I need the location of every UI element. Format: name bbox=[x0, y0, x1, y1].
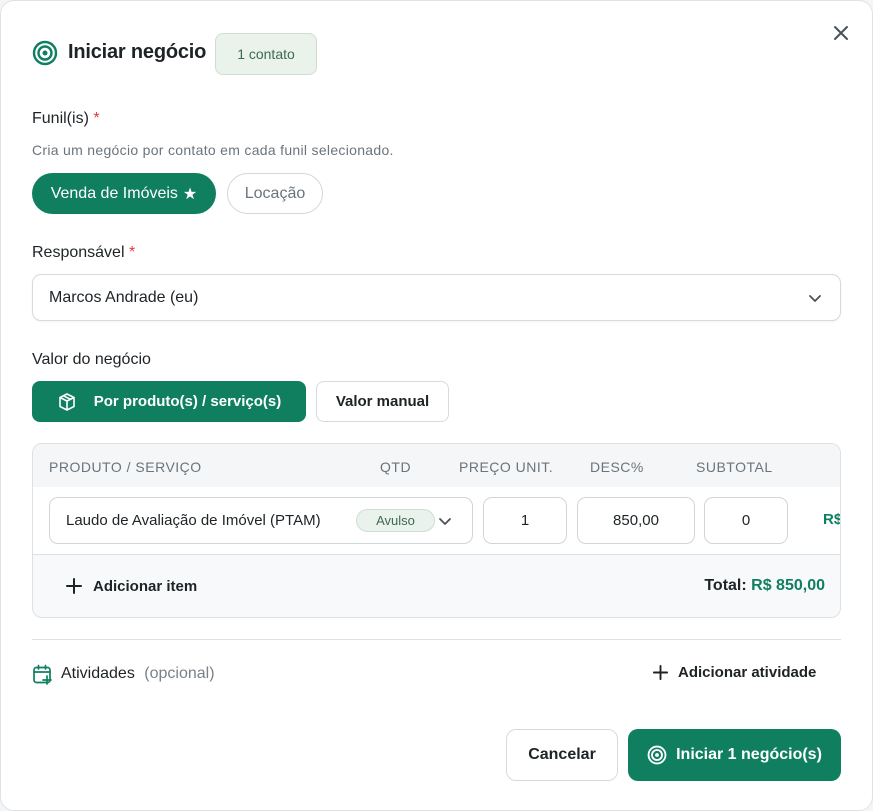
star-icon: ★ bbox=[182, 185, 198, 203]
deal-value-label: Valor do negócio bbox=[32, 351, 151, 368]
submit-button[interactable]: Iniciar 1 negócio(s) bbox=[628, 729, 841, 781]
activities-label: Atividades (opcional) bbox=[61, 665, 215, 683]
mode-by-product-button[interactable]: Por produto(s) / serviço(s) bbox=[32, 381, 306, 422]
mode-label: Por produto(s) / serviço(s) bbox=[93, 393, 282, 410]
responsible-value: Marcos Andrade (eu) bbox=[49, 288, 199, 306]
column-header-subtotal: SUBTOTAL bbox=[696, 459, 773, 475]
products-table: PRODUTO / SERVIÇO QTD PREÇO UNIT. DESC% … bbox=[32, 443, 841, 618]
divider bbox=[32, 639, 841, 640]
activities-optional: (opcional) bbox=[144, 665, 215, 682]
discount-input[interactable]: 0 bbox=[704, 497, 788, 544]
funnel-option-label: Venda de Imóveis bbox=[50, 184, 178, 202]
close-icon[interactable] bbox=[829, 21, 853, 45]
funnels-label-text: Funil(is) bbox=[32, 110, 89, 127]
funnel-option-locacao[interactable]: Locação bbox=[227, 173, 323, 214]
total-value: R$ 850,00 bbox=[751, 577, 825, 594]
submit-label: Iniciar 1 negócio(s) bbox=[676, 746, 822, 763]
chevron-down-icon bbox=[439, 518, 451, 525]
modal-title: Iniciar negócio bbox=[68, 41, 207, 63]
package-icon bbox=[58, 392, 75, 411]
required-mark: * bbox=[93, 110, 100, 127]
funnel-option-venda-imoveis[interactable]: Venda de Imóveis ★ bbox=[32, 173, 216, 214]
unit-price-input[interactable]: 850,00 bbox=[577, 497, 695, 544]
plus-icon bbox=[66, 578, 82, 594]
column-header-qty: QTD bbox=[380, 459, 412, 475]
mode-label: Valor manual bbox=[335, 393, 430, 410]
funnels-hint: Cria um negócio por contato em cada funi… bbox=[32, 142, 394, 158]
responsible-label-text: Responsável bbox=[32, 244, 125, 261]
responsible-select[interactable]: Marcos Andrade (eu) bbox=[32, 274, 841, 321]
product-tag: Avulso bbox=[356, 509, 435, 532]
target-icon bbox=[647, 745, 667, 765]
funnel-option-label: Locação bbox=[244, 184, 306, 202]
funnels-label: Funil(is) * bbox=[32, 110, 100, 128]
add-item-button[interactable]: Adicionar item bbox=[65, 577, 197, 595]
unit-price-value: 850,00 bbox=[613, 512, 659, 529]
qty-value: 1 bbox=[520, 512, 530, 529]
start-deal-modal: Iniciar negócio 1 contato Funil(is) * Cr… bbox=[0, 0, 873, 811]
column-header-product: PRODUTO / SERVIÇO bbox=[49, 459, 202, 475]
product-name: Laudo de Avaliação de Imóvel (PTAM) bbox=[66, 512, 321, 529]
plus-icon bbox=[652, 664, 669, 681]
table-row: Laudo de Avaliação de Imóvel (PTAM) Avul… bbox=[33, 487, 841, 555]
row-subtotal: R$ bbox=[823, 511, 841, 528]
total-label: Total: bbox=[704, 577, 747, 594]
responsible-label: Responsável * bbox=[32, 244, 135, 262]
chevron-down-icon bbox=[809, 295, 821, 302]
discount-value: 0 bbox=[741, 512, 751, 529]
required-mark: * bbox=[128, 244, 136, 261]
add-item-label: Adicionar item bbox=[93, 577, 198, 595]
target-icon bbox=[32, 40, 58, 66]
qty-input[interactable]: 1 bbox=[483, 497, 567, 544]
activities-label-text: Atividades bbox=[61, 665, 135, 682]
table-header: PRODUTO / SERVIÇO QTD PREÇO UNIT. DESC% … bbox=[33, 444, 840, 487]
add-activity-label: Adicionar atividade bbox=[678, 664, 817, 681]
cancel-button[interactable]: Cancelar bbox=[506, 729, 618, 781]
calendar-plus-icon bbox=[33, 664, 52, 685]
total: Total: R$ 850,00 bbox=[704, 577, 825, 595]
column-header-discount: DESC% bbox=[590, 459, 644, 475]
mode-manual-button[interactable]: Valor manual bbox=[316, 381, 449, 422]
column-header-unit-price: PREÇO UNIT. bbox=[459, 459, 554, 475]
add-activity-button[interactable]: Adicionar atividade bbox=[652, 664, 816, 681]
product-select[interactable]: Laudo de Avaliação de Imóvel (PTAM) Avul… bbox=[49, 497, 473, 544]
contact-count-badge: 1 contato bbox=[215, 33, 317, 75]
